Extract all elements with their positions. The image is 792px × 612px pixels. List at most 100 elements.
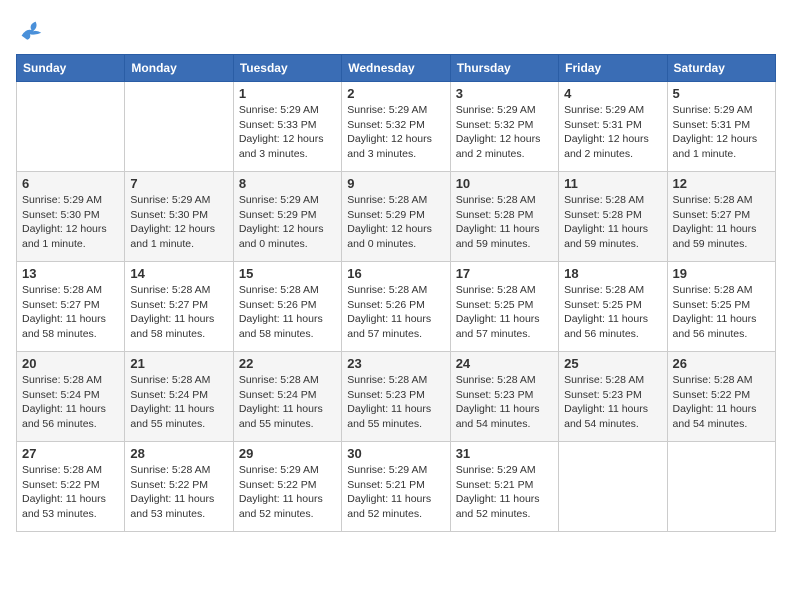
day-info: Sunrise: 5:29 AM Sunset: 5:32 PM Dayligh… [347,103,444,162]
calendar-day-cell: 7 Sunrise: 5:29 AM Sunset: 5:30 PM Daylig… [125,172,233,262]
day-info: Sunrise: 5:29 AM Sunset: 5:30 PM Dayligh… [22,193,119,252]
day-info: Sunrise: 5:28 AM Sunset: 5:25 PM Dayligh… [456,283,553,342]
day-number: 3 [456,86,553,101]
day-number: 14 [130,266,227,281]
calendar-day-cell: 8 Sunrise: 5:29 AM Sunset: 5:29 PM Daylig… [233,172,341,262]
day-info: Sunrise: 5:28 AM Sunset: 5:25 PM Dayligh… [564,283,661,342]
calendar-day-cell [125,82,233,172]
calendar-day-cell: 27 Sunrise: 5:28 AM Sunset: 5:22 PM Dayli… [17,442,125,532]
day-info: Sunrise: 5:28 AM Sunset: 5:25 PM Dayligh… [673,283,770,342]
day-info: Sunrise: 5:29 AM Sunset: 5:21 PM Dayligh… [347,463,444,522]
day-number: 1 [239,86,336,101]
day-info: Sunrise: 5:28 AM Sunset: 5:26 PM Dayligh… [239,283,336,342]
calendar-day-cell: 11 Sunrise: 5:28 AM Sunset: 5:28 PM Dayli… [559,172,667,262]
calendar-day-cell [17,82,125,172]
calendar-day-cell: 3 Sunrise: 5:29 AM Sunset: 5:32 PM Daylig… [450,82,558,172]
calendar-week-row: 27 Sunrise: 5:28 AM Sunset: 5:22 PM Dayli… [17,442,776,532]
weekday-header-cell: Tuesday [233,55,341,82]
day-number: 26 [673,356,770,371]
calendar-day-cell: 15 Sunrise: 5:28 AM Sunset: 5:26 PM Dayli… [233,262,341,352]
day-number: 10 [456,176,553,191]
day-info: Sunrise: 5:28 AM Sunset: 5:23 PM Dayligh… [347,373,444,432]
day-info: Sunrise: 5:29 AM Sunset: 5:33 PM Dayligh… [239,103,336,162]
logo [16,16,48,44]
calendar-day-cell: 21 Sunrise: 5:28 AM Sunset: 5:24 PM Dayli… [125,352,233,442]
day-info: Sunrise: 5:28 AM Sunset: 5:24 PM Dayligh… [239,373,336,432]
day-number: 31 [456,446,553,461]
calendar-day-cell: 12Sunrise: 5:28 AM Sunset: 5:27 PM Dayli… [667,172,775,262]
day-info: Sunrise: 5:28 AM Sunset: 5:22 PM Dayligh… [22,463,119,522]
day-number: 7 [130,176,227,191]
day-number: 22 [239,356,336,371]
day-number: 15 [239,266,336,281]
calendar-week-row: 6 Sunrise: 5:29 AM Sunset: 5:30 PM Daylig… [17,172,776,262]
calendar-day-cell: 4 Sunrise: 5:29 AM Sunset: 5:31 PM Daylig… [559,82,667,172]
calendar-week-row: 1 Sunrise: 5:29 AM Sunset: 5:33 PM Daylig… [17,82,776,172]
calendar-day-cell: 22 Sunrise: 5:28 AM Sunset: 5:24 PM Dayli… [233,352,341,442]
calendar-day-cell: 2 Sunrise: 5:29 AM Sunset: 5:32 PM Daylig… [342,82,450,172]
day-number: 8 [239,176,336,191]
day-number: 11 [564,176,661,191]
day-number: 4 [564,86,661,101]
calendar-table: SundayMondayTuesdayWednesdayThursdayFrid… [16,54,776,532]
day-info: Sunrise: 5:29 AM Sunset: 5:31 PM Dayligh… [673,103,770,162]
calendar-day-cell: 14Sunrise: 5:28 AM Sunset: 5:27 PM Dayli… [125,262,233,352]
calendar-day-cell: 19 Sunrise: 5:28 AM Sunset: 5:25 PM Dayli… [667,262,775,352]
day-number: 30 [347,446,444,461]
day-info: Sunrise: 5:28 AM Sunset: 5:28 PM Dayligh… [564,193,661,252]
day-info: Sunrise: 5:28 AM Sunset: 5:24 PM Dayligh… [130,373,227,432]
day-info: Sunrise: 5:29 AM Sunset: 5:32 PM Dayligh… [456,103,553,162]
day-info: Sunrise: 5:28 AM Sunset: 5:24 PM Dayligh… [22,373,119,432]
calendar-day-cell [559,442,667,532]
calendar-header-row: SundayMondayTuesdayWednesdayThursdayFrid… [17,55,776,82]
calendar-day-cell: 16Sunrise: 5:28 AM Sunset: 5:26 PM Dayli… [342,262,450,352]
calendar-day-cell [667,442,775,532]
day-number: 2 [347,86,444,101]
calendar-day-cell: 30 Sunrise: 5:29 AM Sunset: 5:21 PM Dayli… [342,442,450,532]
day-number: 19 [673,266,770,281]
day-info: Sunrise: 5:28 AM Sunset: 5:28 PM Dayligh… [456,193,553,252]
day-number: 5 [673,86,770,101]
calendar-day-cell: 10 Sunrise: 5:28 AM Sunset: 5:28 PM Dayli… [450,172,558,262]
calendar-body: 1 Sunrise: 5:29 AM Sunset: 5:33 PM Daylig… [17,82,776,532]
weekday-header-cell: Sunday [17,55,125,82]
calendar-day-cell: 1 Sunrise: 5:29 AM Sunset: 5:33 PM Daylig… [233,82,341,172]
day-info: Sunrise: 5:29 AM Sunset: 5:21 PM Dayligh… [456,463,553,522]
calendar-day-cell: 29Sunrise: 5:29 AM Sunset: 5:22 PM Dayli… [233,442,341,532]
day-info: Sunrise: 5:28 AM Sunset: 5:23 PM Dayligh… [564,373,661,432]
calendar-day-cell: 25Sunrise: 5:28 AM Sunset: 5:23 PM Dayli… [559,352,667,442]
day-number: 20 [22,356,119,371]
day-number: 27 [22,446,119,461]
day-info: Sunrise: 5:28 AM Sunset: 5:27 PM Dayligh… [673,193,770,252]
day-info: Sunrise: 5:29 AM Sunset: 5:29 PM Dayligh… [239,193,336,252]
day-number: 13 [22,266,119,281]
calendar-day-cell: 28 Sunrise: 5:28 AM Sunset: 5:22 PM Dayli… [125,442,233,532]
day-number: 6 [22,176,119,191]
logo-icon [16,16,44,44]
day-number: 9 [347,176,444,191]
calendar-day-cell: 18 Sunrise: 5:28 AM Sunset: 5:25 PM Dayli… [559,262,667,352]
calendar-week-row: 20 Sunrise: 5:28 AM Sunset: 5:24 PM Dayli… [17,352,776,442]
day-info: Sunrise: 5:28 AM Sunset: 5:22 PM Dayligh… [673,373,770,432]
day-info: Sunrise: 5:29 AM Sunset: 5:31 PM Dayligh… [564,103,661,162]
calendar-day-cell: 6 Sunrise: 5:29 AM Sunset: 5:30 PM Daylig… [17,172,125,262]
weekday-header-cell: Friday [559,55,667,82]
calendar-day-cell: 13 Sunrise: 5:28 AM Sunset: 5:27 PM Dayli… [17,262,125,352]
calendar-day-cell: 20 Sunrise: 5:28 AM Sunset: 5:24 PM Dayli… [17,352,125,442]
day-number: 28 [130,446,227,461]
calendar-day-cell: 9Sunrise: 5:28 AM Sunset: 5:29 PM Daylig… [342,172,450,262]
weekday-header-cell: Monday [125,55,233,82]
day-number: 16 [347,266,444,281]
page-header [16,16,776,44]
day-number: 17 [456,266,553,281]
calendar-week-row: 13 Sunrise: 5:28 AM Sunset: 5:27 PM Dayli… [17,262,776,352]
weekday-header-cell: Saturday [667,55,775,82]
calendar-day-cell: 26 Sunrise: 5:28 AM Sunset: 5:22 PM Dayli… [667,352,775,442]
day-info: Sunrise: 5:28 AM Sunset: 5:27 PM Dayligh… [22,283,119,342]
day-number: 21 [130,356,227,371]
weekday-header-cell: Wednesday [342,55,450,82]
day-info: Sunrise: 5:29 AM Sunset: 5:22 PM Dayligh… [239,463,336,522]
day-number: 18 [564,266,661,281]
day-info: Sunrise: 5:29 AM Sunset: 5:30 PM Dayligh… [130,193,227,252]
day-info: Sunrise: 5:28 AM Sunset: 5:22 PM Dayligh… [130,463,227,522]
